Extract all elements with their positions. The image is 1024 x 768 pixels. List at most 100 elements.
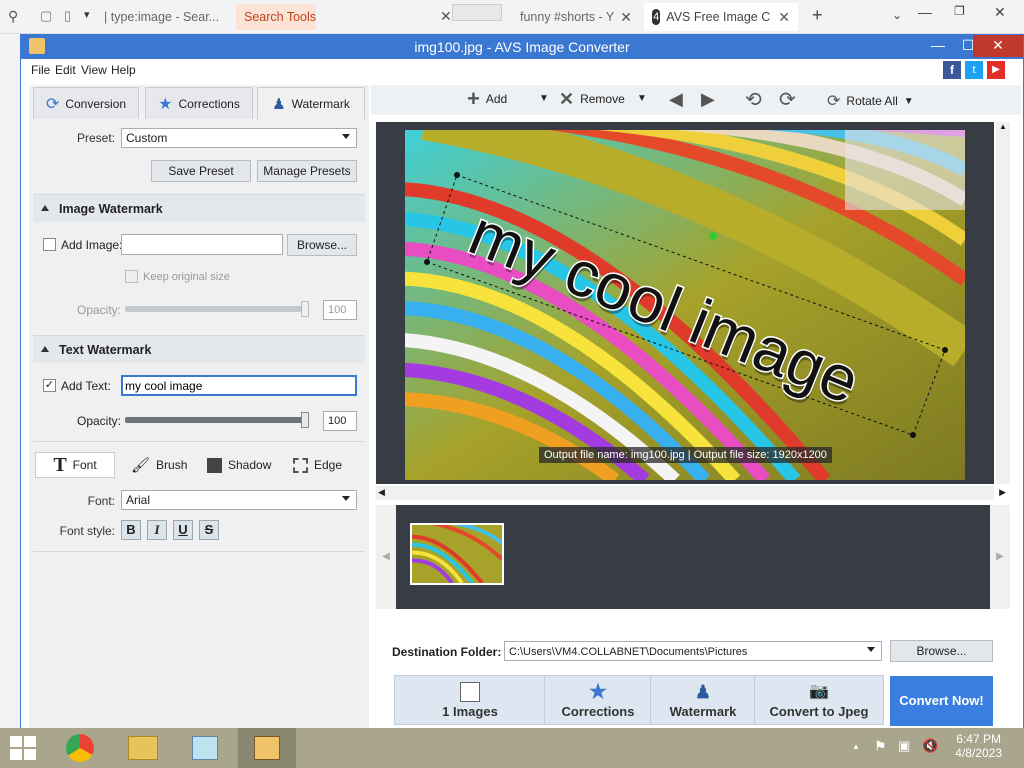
rotate-left-icon[interactable]: ⟲ — [745, 87, 762, 112]
restore-icon[interactable]: ❐ — [954, 4, 965, 18]
subtab-font[interactable]: T Font — [35, 452, 115, 478]
image-watermark-section[interactable]: Image Watermark — [33, 194, 365, 222]
step-images[interactable]: 1 Images — [394, 675, 546, 725]
start-button[interactable] — [10, 736, 36, 760]
strikethrough-button[interactable]: S — [199, 520, 219, 540]
destination-select[interactable]: C:\Users\VM4.COLLABNET\Documents\Picture… — [504, 641, 882, 661]
chevron-down-icon[interactable]: ⌄ — [892, 8, 902, 22]
subtab-brush[interactable]: 🖌 Brush — [131, 452, 187, 478]
strip-next-icon[interactable]: ▶ — [990, 505, 1010, 609]
menu-edit[interactable]: Edit — [55, 63, 76, 77]
minimize-button[interactable]: — — [923, 35, 953, 57]
new-tab-button[interactable]: + — [812, 5, 823, 26]
rotate-handle[interactable] — [709, 232, 717, 240]
close-button[interactable]: ✕ — [973, 35, 1023, 57]
browse-destination-button[interactable]: Browse... — [890, 640, 993, 662]
image-preview[interactable]: my cool image my cool image — [405, 130, 965, 480]
manage-presets-button[interactable]: Manage Presets — [257, 160, 357, 182]
horizontal-scrollbar[interactable]: ◀ ▶ — [376, 486, 1006, 500]
tab-search-tools[interactable]: Search Tools — [236, 4, 316, 30]
font-select[interactable]: Arial — [121, 490, 357, 510]
scroll-up-icon[interactable]: ▲ — [999, 122, 1007, 131]
image-opacity-slider[interactable] — [125, 306, 309, 312]
tab-corrections[interactable]: ★ Corrections — [145, 87, 253, 119]
tab-avs[interactable]: 4 AVS Free Image C ✕ — [644, 3, 798, 31]
facebook-icon[interactable]: f — [943, 61, 961, 79]
rotate-right-icon[interactable]: ⟳ — [779, 87, 796, 112]
scroll-right-icon[interactable]: ▶ — [999, 487, 1006, 498]
chevron-up-icon[interactable]: ▲ — [852, 742, 860, 751]
close-icon[interactable]: ✕ — [620, 9, 632, 26]
menu-help[interactable]: Help — [111, 63, 136, 77]
twitter-icon[interactable]: t — [965, 61, 983, 79]
preset-select[interactable]: Custom — [121, 128, 357, 148]
tab-youtube[interactable]: funny #shorts - Y ✕ — [512, 3, 638, 31]
previous-icon[interactable]: ◀ — [669, 89, 683, 110]
image-path-input[interactable] — [121, 234, 283, 255]
avs-taskbar-button[interactable] — [238, 728, 296, 768]
underline-button[interactable]: U — [173, 520, 193, 540]
thumbnail[interactable] — [406, 521, 504, 585]
font-icon: T — [53, 453, 67, 476]
italic-button[interactable]: I — [147, 520, 167, 540]
save-preset-button[interactable]: Save Preset — [151, 160, 251, 182]
search-icon[interactable]: ⚲ — [8, 8, 18, 25]
strip-prev-icon[interactable]: ◀ — [376, 505, 396, 609]
flag-icon[interactable]: ⚑ — [874, 738, 887, 755]
rotate-all-label: Rotate All — [846, 94, 898, 108]
remove-button[interactable]: ✕ Remove — [559, 90, 625, 108]
watermark-text-input[interactable] — [121, 375, 357, 396]
minimize-icon[interactable]: — — [918, 4, 932, 20]
subtab-label: Brush — [156, 458, 188, 472]
youtube-icon[interactable]: ▶ — [987, 61, 1005, 79]
clock[interactable]: 6:47 PM 4/8/2023 — [955, 732, 1002, 760]
bold-button[interactable]: B — [121, 520, 141, 540]
speaker-muted-icon[interactable]: 🔇 — [922, 738, 938, 754]
subtab-edge[interactable]: Edge — [293, 452, 342, 478]
bookmark-icon[interactable]: ▯ — [64, 8, 71, 24]
scroll-left-icon[interactable]: ◀ — [378, 487, 385, 498]
tab-label: Conversion — [65, 96, 127, 111]
tab-search[interactable]: | type:image - Sear... — [96, 3, 236, 31]
chevron-down-icon: ▼ — [903, 95, 914, 107]
close-icon[interactable]: ✕ — [440, 8, 452, 25]
subtab-shadow[interactable]: Shadow — [207, 452, 271, 478]
slider-thumb[interactable] — [301, 301, 309, 317]
preset-label: Preset: — [76, 131, 115, 145]
chrome-taskbar-button[interactable] — [52, 728, 110, 768]
menu-view[interactable]: View — [81, 63, 107, 77]
keep-original-checkbox[interactable] — [125, 270, 138, 283]
step-corrections[interactable]: ★ Corrections — [544, 675, 652, 725]
step-label: Corrections — [561, 704, 635, 719]
add-button[interactable]: + Add — [467, 88, 507, 110]
step-watermark[interactable]: ♟ Watermark — [650, 675, 756, 725]
convert-now-button[interactable]: Convert Now! — [890, 676, 993, 726]
add-text-checkbox[interactable]: ✓ — [43, 379, 56, 392]
tab-watermark[interactable]: ♟ Watermark — [257, 87, 365, 119]
text-watermark-section[interactable]: Text Watermark — [33, 335, 365, 363]
explorer-taskbar-button[interactable] — [114, 728, 172, 768]
chevron-down-icon[interactable]: ▼ — [539, 93, 549, 104]
tab-badge: 4 — [652, 9, 661, 25]
rotate-all-button[interactable]: ⟳ Rotate All ▼ — [827, 91, 914, 111]
vertical-scrollbar[interactable]: ▲ — [996, 122, 1010, 484]
image-opacity-value[interactable]: 100 — [323, 300, 357, 320]
browse-image-button[interactable]: Browse... — [287, 234, 357, 256]
close-icon[interactable]: ✕ — [778, 9, 790, 26]
close-icon[interactable]: ✕ — [994, 4, 1006, 21]
step-convert[interactable]: 📷 Convert to Jpeg — [754, 675, 884, 725]
close-button[interactable] — [452, 4, 502, 21]
chevron-down-icon[interactable]: ▼ — [637, 93, 647, 104]
notepad-taskbar-button[interactable] — [176, 728, 234, 768]
add-image-checkbox[interactable] — [43, 238, 56, 251]
menu-file[interactable]: File — [31, 63, 50, 77]
tab-conversion[interactable]: ⟳ Conversion — [33, 87, 139, 119]
image-opacity-label: Opacity: — [77, 303, 122, 317]
network-icon[interactable]: ▣ — [898, 738, 910, 754]
text-opacity-slider[interactable] — [125, 417, 309, 423]
text-opacity-value[interactable]: 100 — [323, 411, 357, 431]
slider-thumb[interactable] — [301, 412, 309, 428]
page-icon[interactable]: ▢ — [40, 8, 52, 24]
next-icon[interactable]: ▶ — [701, 89, 715, 110]
dropdown-icon[interactable]: ▾ — [84, 8, 90, 21]
